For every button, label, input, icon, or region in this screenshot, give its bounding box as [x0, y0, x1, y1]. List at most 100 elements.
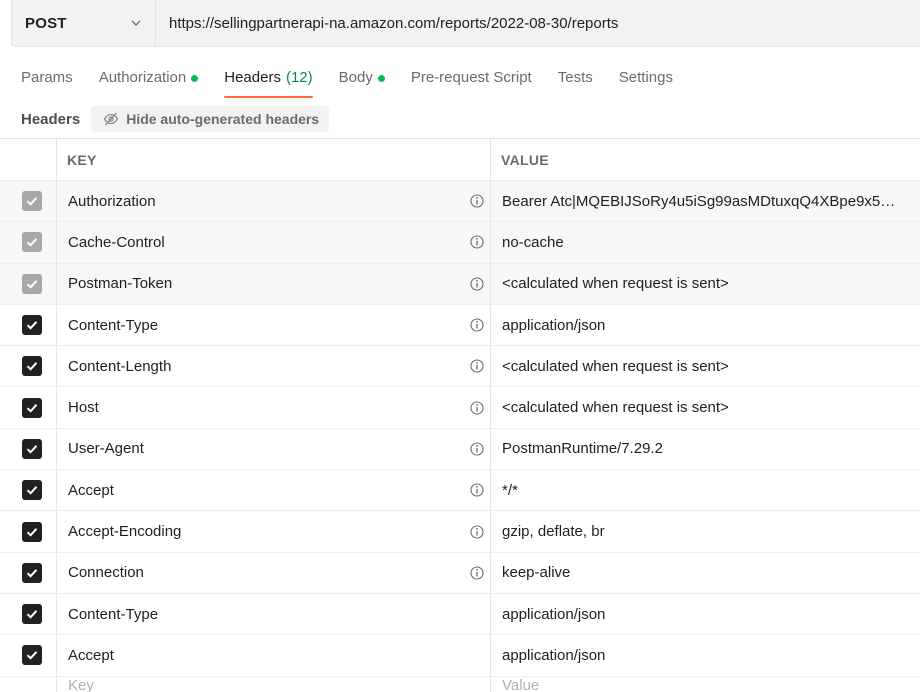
table-row: Accept-Encoding gzip, deflate, br [0, 511, 920, 553]
tab-body[interactable]: Body [339, 66, 385, 98]
column-header-key: KEY [57, 139, 491, 180]
row-key-cell[interactable]: Accept [57, 635, 491, 676]
row-checkbox[interactable] [22, 315, 42, 336]
info-icon[interactable] [470, 359, 484, 373]
row-key-text: Accept [68, 481, 114, 499]
table-row: Connection keep-alive [0, 552, 920, 594]
row-check-cell [0, 181, 57, 222]
row-key-cell[interactable]: Postman-Token [57, 263, 491, 304]
table-row: Accept */* [0, 470, 920, 512]
eye-off-icon [103, 112, 119, 126]
table-row: Cache-Control no-cache [0, 222, 920, 264]
table-row: Content-Type application/json [0, 593, 920, 636]
url-input[interactable]: https://sellingpartnerapi-na.amazon.com/… [156, 0, 920, 46]
tab-label: Pre-request Script [410, 69, 532, 86]
tab-label: Body [338, 69, 373, 86]
row-value-cell[interactable]: Bearer Atc|MQEBIJSoRy4u5iSg99asMDtuxqQ4X… [491, 181, 920, 221]
row-key-cell[interactable]: Accept-Encoding [57, 511, 491, 552]
new-key-input[interactable]: Key [57, 676, 491, 692]
checkmark-icon [26, 527, 38, 537]
row-key-text: Postman-Token [68, 275, 173, 293]
row-key-cell[interactable]: Connection [57, 552, 491, 593]
info-icon[interactable] [470, 401, 484, 415]
row-checkbox[interactable] [22, 480, 42, 501]
row-value-cell[interactable]: <calculated when request is sent> [491, 346, 920, 386]
info-icon[interactable] [470, 442, 484, 456]
tab-headers[interactable]: Headers (12) [224, 66, 314, 98]
tab-settings[interactable]: Settings [619, 66, 673, 98]
row-value-cell[interactable]: application/json [491, 594, 920, 634]
row-value-cell[interactable]: application/json [491, 305, 920, 345]
row-key-text: Content-Type [68, 605, 159, 623]
row-checkbox[interactable] [22, 232, 42, 253]
new-value-input[interactable]: Value [491, 677, 920, 692]
method-select[interactable]: POST [12, 0, 156, 46]
row-checkbox[interactable] [22, 273, 42, 294]
row-key-text: User-Agent [68, 440, 144, 458]
info-icon[interactable] [470, 277, 484, 291]
info-icon[interactable] [470, 194, 484, 208]
tab-authorization[interactable]: Authorization [99, 66, 199, 98]
info-icon[interactable] [470, 235, 484, 249]
tab-pre-request-script[interactable]: Pre-request Script [411, 66, 532, 98]
tab-params[interactable]: Params [21, 66, 73, 98]
row-value-cell[interactable]: <calculated when request is sent> [491, 387, 920, 427]
row-value-cell[interactable]: no-cache [491, 222, 920, 262]
checkmark-icon [26, 197, 38, 206]
info-icon[interactable] [470, 483, 484, 497]
row-key-cell[interactable]: Content-Length [57, 346, 491, 387]
checkmark-icon [26, 403, 38, 413]
row-value-cell[interactable]: <calculated when request is sent> [491, 264, 920, 304]
row-key-cell[interactable]: Accept [57, 470, 491, 511]
row-key-text: Content-Type [68, 316, 159, 334]
row-key-text: Connection [68, 564, 144, 582]
header-check-cell [0, 139, 57, 180]
checkmark-icon [26, 610, 38, 619]
row-checkbox[interactable] [22, 397, 42, 418]
row-key-text: Host [68, 399, 99, 417]
row-check-cell [0, 222, 57, 263]
row-key-cell[interactable]: User-Agent [57, 428, 491, 470]
row-check-cell [0, 552, 57, 593]
row-value-cell[interactable]: gzip, deflate, br [491, 511, 920, 551]
row-checkbox[interactable] [22, 645, 42, 666]
tab-tests[interactable]: Tests [558, 66, 593, 98]
hide-auto-headers-button[interactable]: Hide auto-generated headers [91, 106, 330, 132]
new-header-row[interactable]: Key Value [0, 676, 920, 692]
info-icon[interactable] [470, 318, 484, 332]
checkmark-icon [26, 651, 38, 661]
info-icon[interactable] [470, 524, 484, 539]
row-checkbox[interactable] [22, 604, 42, 625]
row-check-cell [0, 346, 57, 387]
info-icon[interactable] [470, 566, 484, 580]
row-value-cell[interactable]: */* [491, 470, 920, 510]
row-checkbox[interactable] [22, 356, 42, 377]
row-check-cell [0, 593, 57, 635]
row-key-cell[interactable]: Host [57, 387, 491, 428]
row-checkbox[interactable] [22, 191, 42, 212]
row-value-cell[interactable]: keep-alive [491, 553, 920, 593]
tab-label: Params [21, 69, 73, 86]
row-checkbox[interactable] [22, 562, 42, 583]
row-key-text: Accept-Encoding [68, 523, 182, 541]
method-label: POST [25, 14, 67, 32]
table-row: Authorization Bearer Atc|MQEBIJSoRy4u5iSg… [0, 181, 920, 223]
row-check-cell [0, 511, 57, 552]
row-key-cell[interactable]: Cache-Control [57, 222, 491, 263]
row-checkbox[interactable] [22, 521, 42, 542]
tab-label: Tests [557, 69, 593, 86]
row-check-cell [0, 428, 57, 470]
row-key-cell[interactable]: Content-Type [57, 304, 491, 346]
row-key-text: Cache-Control [68, 233, 165, 251]
tab-label: Settings [618, 69, 673, 86]
row-value-cell[interactable]: application/json [491, 635, 920, 675]
status-dot-icon [191, 75, 199, 82]
tab-label: Headers [224, 69, 281, 86]
checkmark-icon [26, 362, 38, 371]
tab-count-badge: (12) [285, 69, 313, 86]
row-checkbox[interactable] [22, 438, 42, 459]
table-row: Content-Type application/json [0, 304, 920, 347]
row-key-cell[interactable]: Authorization [57, 181, 491, 222]
row-key-cell[interactable]: Content-Type [57, 593, 491, 635]
row-value-cell[interactable]: PostmanRuntime/7.29.2 [491, 429, 920, 469]
